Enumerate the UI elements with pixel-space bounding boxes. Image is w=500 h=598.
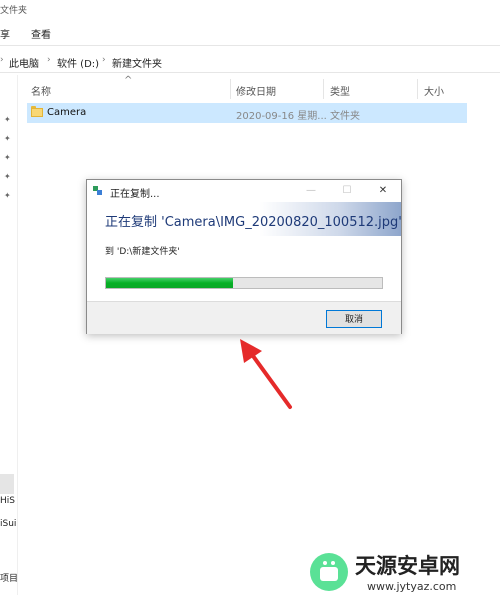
nav-bottom-items: HiS iSui 项目 <box>0 0 20 598</box>
breadcrumb-separator: › <box>47 55 51 65</box>
nav-item-isui[interactable]: iSui <box>0 519 16 529</box>
dialog-title: 正在复制... <box>110 189 160 200</box>
watermark-title: 天源安卓网 <box>355 554 460 578</box>
ribbon-menu: 享 查看 <box>0 26 500 41</box>
nav-item-project[interactable]: 项目 <box>0 571 18 584</box>
sort-ascending-icon: ^ <box>124 75 133 86</box>
minimize-button[interactable]: — <box>293 180 329 202</box>
file-modified: 2020-09-16 星期... <box>236 111 327 122</box>
dialog-footer: 取消 <box>87 301 401 334</box>
table-row[interactable]: Camera 2020-09-16 星期... 文件夹 <box>27 103 467 123</box>
breadcrumb-separator: › <box>102 55 106 65</box>
column-name[interactable]: 名称 <box>31 83 51 98</box>
column-modified[interactable]: 修改日期 <box>236 83 276 98</box>
android-logo-icon <box>310 553 348 591</box>
cancel-button[interactable]: 取消 <box>326 310 382 328</box>
column-size[interactable]: 大小 <box>424 83 444 98</box>
ribbon-divider <box>0 45 500 46</box>
watermark: 天源安卓网 www.jytyaz.com <box>305 546 500 598</box>
folder-icon <box>31 106 43 117</box>
menu-item-view[interactable]: 查看 <box>31 26 51 41</box>
column-type[interactable]: 类型 <box>330 83 350 98</box>
maximize-button[interactable]: ☐ <box>329 180 365 202</box>
dialog-titlebar[interactable]: 正在复制... — ☐ ✕ <box>87 180 401 202</box>
dialog-header: 正在复制 'Camera\IMG_20200820_100512.jpg' <box>87 202 402 236</box>
column-divider[interactable] <box>417 79 418 99</box>
copy-header-text: 正在复制 'Camera\IMG_20200820_100512.jpg' <box>105 215 402 230</box>
file-type: 文件夹 <box>330 111 360 122</box>
breadcrumb-new-folder[interactable]: 新建文件夹 <box>112 55 162 70</box>
column-divider[interactable] <box>230 79 231 99</box>
copy-progress-bar <box>105 277 383 289</box>
nav-item-his[interactable]: HiS <box>0 496 15 506</box>
breadcrumb-drive-d[interactable]: 软件 (D:) <box>57 55 99 70</box>
breadcrumb[interactable]: › 此电脑 › 软件 (D:) › 新建文件夹 <box>0 50 500 72</box>
annotation-arrow-icon <box>240 339 292 409</box>
column-headers: 名称 ^ 修改日期 类型 大小 <box>27 75 500 99</box>
copy-progress-dialog: 正在复制... — ☐ ✕ 正在复制 'Camera\IMG_20200820_… <box>86 179 402 334</box>
progress-fill <box>106 278 233 288</box>
column-divider[interactable] <box>323 79 324 99</box>
file-name: Camera <box>47 107 87 118</box>
copy-destination-text: 到 'D:\新建文件夹' <box>105 247 180 257</box>
watermark-url: www.jytyaz.com <box>367 580 457 593</box>
close-button[interactable]: ✕ <box>365 180 401 202</box>
address-divider <box>0 72 500 73</box>
copy-icon <box>93 186 107 196</box>
